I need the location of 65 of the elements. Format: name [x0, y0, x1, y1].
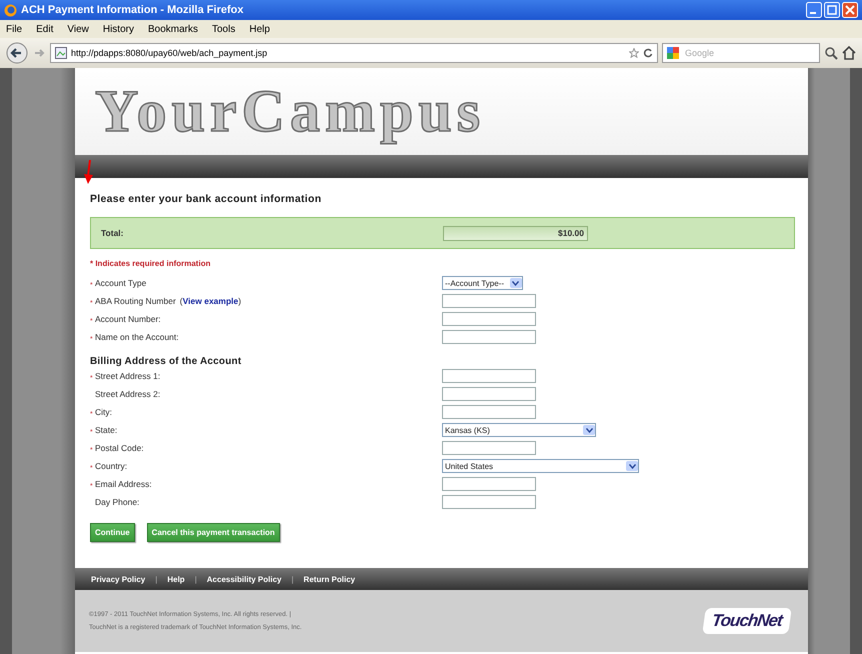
text-field[interactable]	[442, 477, 536, 491]
window-title: ACH Payment Information - Mozilla Firefox	[21, 4, 244, 16]
menu-item[interactable]: Edit	[36, 24, 54, 34]
site-logo: YourCampus	[95, 77, 486, 146]
total-amount: $10.00	[443, 226, 588, 240]
footer-link[interactable]: Privacy Policy	[91, 574, 146, 584]
menu-item[interactable]: Bookmarks	[148, 24, 198, 34]
field-label: Email Address:	[95, 479, 152, 489]
field-label: Account Number:	[95, 314, 161, 324]
dropdown[interactable]: United States	[442, 459, 639, 473]
chevron-down-icon	[586, 428, 592, 432]
field-label: Country:	[95, 461, 128, 471]
footer-link[interactable]: Return Policy	[304, 574, 356, 584]
text-field[interactable]	[442, 495, 536, 509]
total-label: Total:	[101, 228, 125, 238]
search-icon[interactable]	[824, 46, 838, 60]
text-field[interactable]	[442, 441, 536, 455]
text-field[interactable]	[442, 369, 536, 383]
text-field[interactable]	[442, 387, 536, 401]
view-example-link[interactable]: View example	[182, 296, 238, 306]
separator: |	[194, 574, 197, 584]
footer-link[interactable]: Help	[167, 574, 185, 584]
separator: |	[155, 574, 158, 584]
menu-item[interactable]: Help	[249, 24, 270, 34]
paren: (	[180, 296, 183, 306]
field-label: Street Address 1:	[95, 371, 160, 381]
maximize-icon[interactable]	[824, 2, 840, 18]
field-label: ABA Routing Number	[95, 296, 176, 306]
page-icon	[55, 47, 67, 59]
section-heading: Billing Address of the Account	[90, 356, 242, 367]
paren: )	[238, 296, 242, 306]
page-heading: Please enter your bank account information	[90, 193, 322, 205]
text-field[interactable]	[442, 405, 536, 419]
text-field[interactable]	[442, 312, 536, 326]
text-field[interactable]	[442, 330, 536, 344]
separator: |	[291, 574, 294, 584]
field-label: Street Address 2:	[95, 389, 160, 399]
menu-item[interactable]: Tools	[212, 24, 236, 34]
minimize-icon[interactable]	[806, 2, 822, 18]
menu-item[interactable]: File	[6, 24, 22, 34]
field-label: State:	[95, 425, 118, 435]
touchnet-logo: TouchNet	[702, 608, 792, 634]
reload-icon[interactable]	[643, 48, 653, 58]
footer-link[interactable]: Accessibility Policy	[206, 574, 282, 584]
annotation-arrow	[83, 160, 95, 184]
dropdown[interactable]: Kansas (KS)	[442, 423, 596, 437]
star-icon[interactable]	[629, 48, 639, 58]
field-label: Name on the Account:	[95, 332, 179, 342]
close-icon[interactable]	[842, 2, 858, 18]
address-bar[interactable]: http://pdapps:8080/upay60/web/ach_payment.jsp	[50, 43, 658, 63]
required-note: * Indicates required information	[90, 259, 212, 268]
menu-item[interactable]: View	[67, 24, 89, 34]
home-icon[interactable]	[842, 46, 856, 60]
field-label: Postal Code:	[95, 443, 144, 453]
text-field[interactable]	[442, 294, 536, 308]
google-icon	[667, 47, 681, 59]
field-label: City:	[95, 407, 112, 417]
back-icon[interactable]	[6, 42, 28, 64]
field-label: Account Type	[95, 278, 146, 288]
chevron-down-icon	[628, 464, 636, 468]
firefox-icon	[4, 4, 17, 16]
field-label: Day Phone:	[95, 497, 140, 507]
dropdown[interactable]: --Account Type--	[442, 276, 523, 290]
menu-item[interactable]: History	[102, 24, 134, 34]
chevron-down-icon	[512, 280, 520, 286]
